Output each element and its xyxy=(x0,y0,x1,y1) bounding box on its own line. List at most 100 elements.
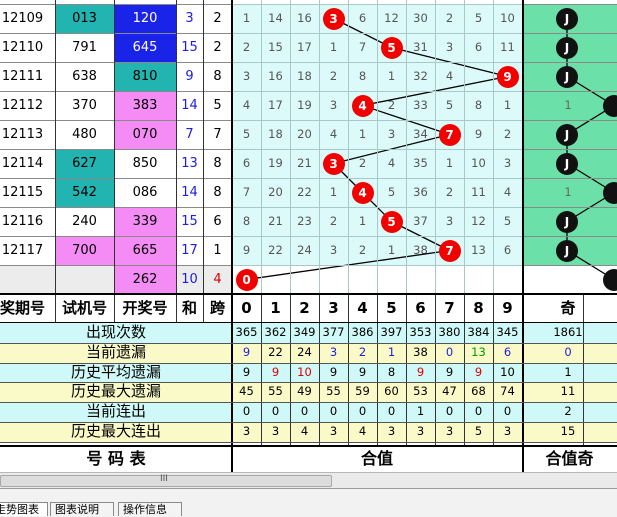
grid-line xyxy=(0,207,232,208)
grid-line xyxy=(406,0,407,294)
stat-label: 当前连出 xyxy=(0,402,232,422)
grid-line xyxy=(0,33,232,34)
grid-line xyxy=(522,149,617,150)
header-digit: 3 xyxy=(328,299,339,317)
sum-ball: 9 xyxy=(496,65,519,88)
grid-line xyxy=(522,265,617,266)
tab-operation-info[interactable]: 操作信息 xyxy=(118,502,182,516)
grid-line xyxy=(0,265,232,266)
stat-value: 9 xyxy=(232,362,261,383)
sum-trend-line xyxy=(246,17,615,281)
footer-number-table: 号 码 表 xyxy=(86,449,146,468)
stat-label: 历史最大连出 xyxy=(0,422,232,442)
grid-line xyxy=(377,294,378,446)
grid-line xyxy=(522,236,617,237)
grid-line xyxy=(0,91,232,92)
header-digit: 7 xyxy=(444,299,455,317)
tab-trend-chart[interactable]: 走势图表 xyxy=(0,502,48,516)
stat-odd-value: 2 xyxy=(553,402,583,422)
stat-value: 377 xyxy=(319,323,348,343)
stat-value: 349 xyxy=(290,323,319,343)
stat-value: 3 xyxy=(319,342,348,363)
stat-value: 38 xyxy=(406,342,435,363)
header-digit: 8 xyxy=(473,299,484,317)
horizontal-scrollbar[interactable] xyxy=(0,472,617,488)
even-ball xyxy=(603,94,617,117)
stat-value: 0 xyxy=(435,342,464,363)
sum-ball: 0 xyxy=(235,268,258,291)
stat-value: 3 xyxy=(319,422,348,442)
grid-line xyxy=(406,294,407,446)
sum-ball: 4 xyxy=(351,181,374,204)
grid-line xyxy=(522,4,617,5)
stat-value: 2 xyxy=(348,342,377,363)
stat-even-value xyxy=(583,402,617,422)
grid-line xyxy=(377,0,378,294)
stat-value: 0 xyxy=(261,402,290,422)
grid-line xyxy=(522,91,617,92)
grid-line xyxy=(348,0,349,294)
grid-line xyxy=(114,0,115,322)
stat-value: 365 xyxy=(232,323,261,343)
grid-line xyxy=(0,322,617,323)
stat-value: 386 xyxy=(348,323,377,343)
trend-chart: 12109 013 120 3 2 1 14 16 6 12 30 2 5 10 12110 791 645 15… xyxy=(0,0,617,516)
grid-line xyxy=(522,207,617,208)
stat-gap xyxy=(522,342,553,363)
grid-line xyxy=(522,0,524,472)
stat-value: 397 xyxy=(377,323,406,343)
footer-sum: 合值 xyxy=(360,449,393,468)
grid-line xyxy=(0,441,617,443)
stat-gap xyxy=(522,362,553,383)
stat-value: 0 xyxy=(435,402,464,422)
stat-value: 24 xyxy=(290,342,319,363)
stat-value: 9 xyxy=(348,362,377,383)
grid-line xyxy=(522,33,617,34)
header-digit: 1 xyxy=(270,299,281,317)
header-digit: 2 xyxy=(299,299,310,317)
grid-line xyxy=(55,294,56,322)
odd-ball: J xyxy=(556,210,578,233)
sum-ball: 4 xyxy=(351,94,374,117)
header-digit: 0 xyxy=(241,299,252,317)
stat-even-value xyxy=(583,382,617,403)
grid-line xyxy=(203,0,204,322)
stat-value: 353 xyxy=(406,323,435,343)
header-trial: 试机号 xyxy=(61,299,107,317)
stat-value: 49 xyxy=(290,382,319,403)
stat-value: 0 xyxy=(377,402,406,422)
stat-value: 6 xyxy=(493,342,522,363)
tab-chart-notes[interactable]: 图表说明 xyxy=(50,502,114,516)
header-sum: 和 xyxy=(181,299,197,317)
stat-even-value xyxy=(583,323,617,343)
grid-line xyxy=(522,178,617,179)
grid-line xyxy=(0,362,617,364)
grid-line xyxy=(0,62,232,63)
stat-label: 当前遗漏 xyxy=(0,342,232,363)
sum-ball: 3 xyxy=(322,152,345,175)
stat-value: 10 xyxy=(493,362,522,383)
sum-ball: 7 xyxy=(438,239,461,262)
stat-value: 3 xyxy=(493,422,522,442)
header-period: 奖期号 xyxy=(0,299,45,317)
stat-label: 出现次数 xyxy=(0,323,232,343)
grid-line xyxy=(464,0,465,294)
stat-value: 1 xyxy=(406,402,435,422)
grid-line xyxy=(261,0,262,294)
stat-value: 9 xyxy=(261,362,290,383)
stat-value: 4 xyxy=(290,422,319,442)
stat-odd-value: 1 xyxy=(553,362,583,383)
stat-value: 5 xyxy=(464,422,493,442)
stat-value: 3 xyxy=(377,422,406,442)
stat-value: 45 xyxy=(232,382,261,403)
grid-line xyxy=(290,294,291,446)
stat-even-value xyxy=(583,362,617,383)
stat-label: 历史平均遗漏 xyxy=(0,362,232,383)
stat-value: 3 xyxy=(232,422,261,442)
grid-line xyxy=(0,402,617,404)
stat-value: 13 xyxy=(464,342,493,363)
stat-value: 0 xyxy=(290,402,319,422)
grid-line xyxy=(0,382,617,384)
stat-odd-value: 15 xyxy=(553,422,583,442)
stat-value: 9 xyxy=(435,362,464,383)
